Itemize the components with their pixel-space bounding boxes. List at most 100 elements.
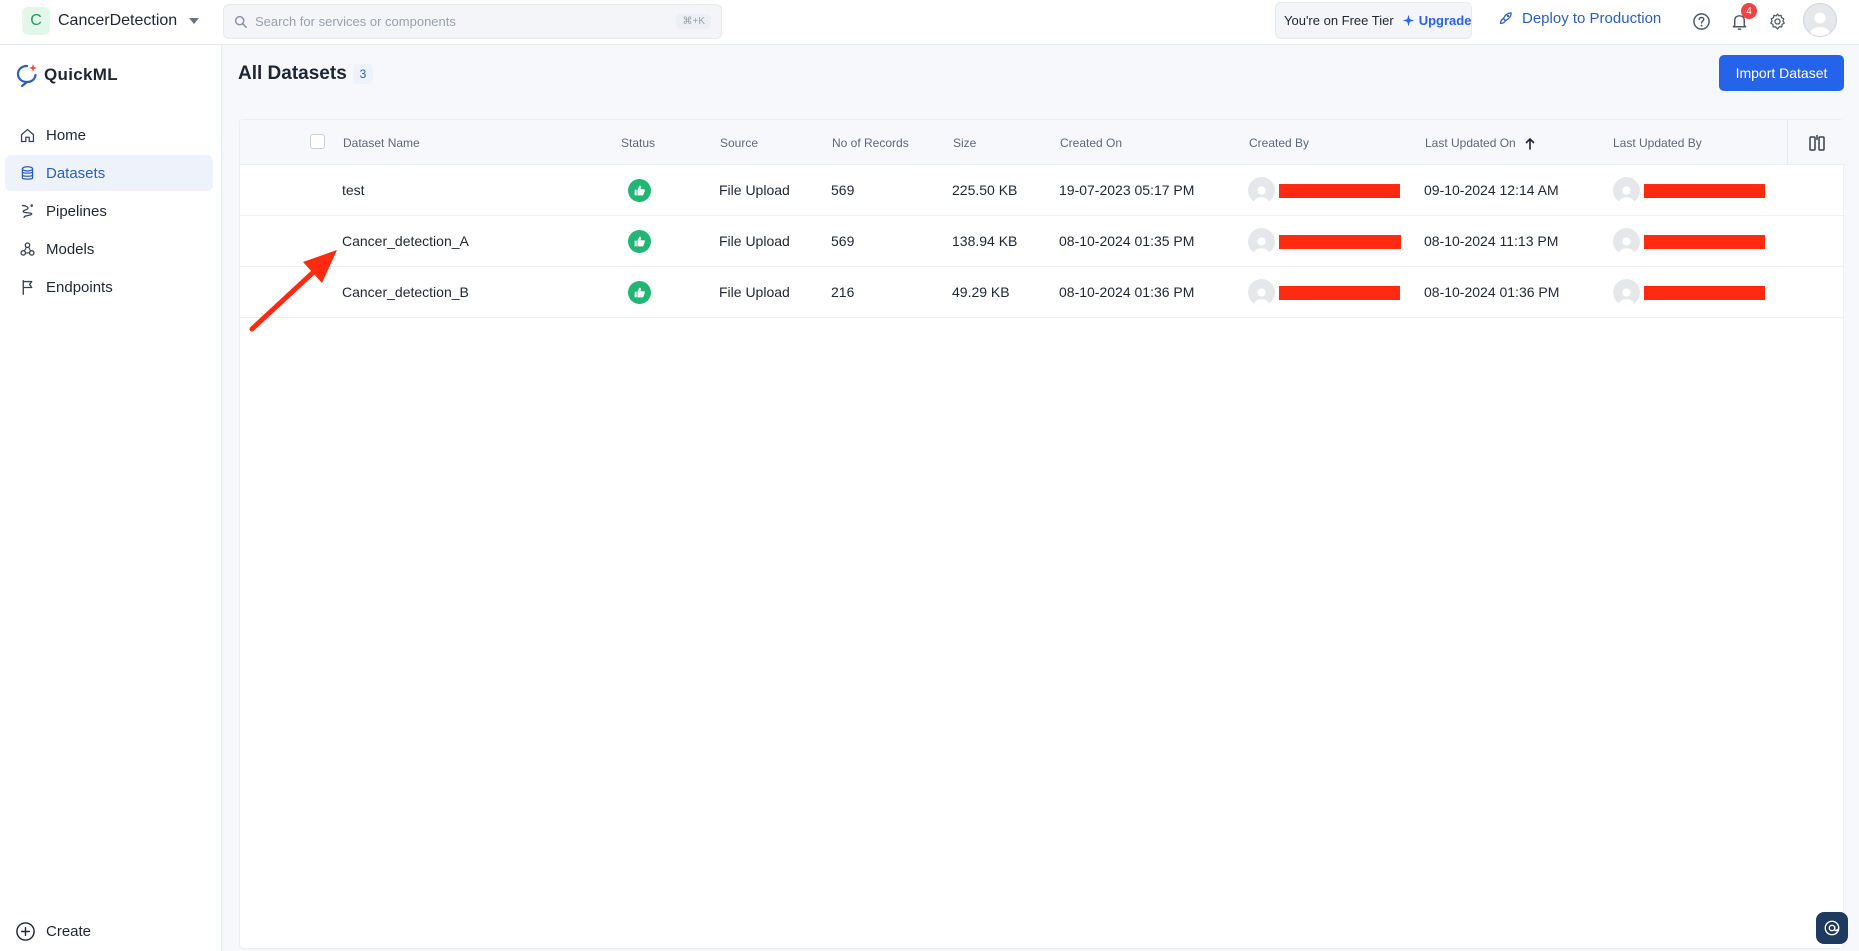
updated-by-user xyxy=(1613,279,1765,306)
header-size[interactable]: Size xyxy=(953,136,976,150)
status-success-icon xyxy=(628,230,651,253)
table-row[interactable]: Cancer_detection_A File Upload 569 138.9… xyxy=(240,216,1845,267)
user-avatar[interactable] xyxy=(1803,3,1837,37)
table-row[interactable]: Cancer_detection_B File Upload 216 49.29… xyxy=(240,267,1845,318)
rocket-icon xyxy=(1499,12,1512,25)
status-success-icon xyxy=(628,179,651,202)
sidebar-item-endpoints[interactable]: Endpoints xyxy=(5,269,213,305)
dataset-records: 569 xyxy=(831,182,855,198)
dataset-name[interactable]: Cancer_detection_A xyxy=(342,233,469,249)
sparkle-icon xyxy=(1402,14,1414,27)
brand: QuickML xyxy=(16,62,118,88)
redacted-username xyxy=(1644,285,1765,300)
sidebar: QuickML Home Datasets Pipelines Models E… xyxy=(0,45,222,951)
dataset-created-on: 08-10-2024 01:35 PM xyxy=(1059,233,1195,249)
dataset-updated-on: 08-10-2024 11:13 PM xyxy=(1424,233,1559,249)
column-settings-button[interactable] xyxy=(1787,120,1845,165)
dataset-size: 49.29 KB xyxy=(952,284,1010,300)
sidebar-item-label: Datasets xyxy=(46,164,106,182)
sidebar-item-models[interactable]: Models xyxy=(5,231,213,267)
table-row[interactable]: test File Upload 569 225.50 KB 19-07-202… xyxy=(240,165,1845,216)
tier-text: You're on Free Tier xyxy=(1284,13,1394,28)
deploy-button[interactable]: Deploy to Production xyxy=(1497,10,1661,27)
sidebar-item-datasets[interactable]: Datasets xyxy=(5,155,213,191)
models-icon xyxy=(20,241,35,256)
import-dataset-button[interactable]: Import Dataset xyxy=(1719,55,1844,91)
select-all-checkbox[interactable] xyxy=(310,134,325,149)
top-bar: C CancerDetection Search for services or… xyxy=(0,0,1859,45)
redacted-username xyxy=(1279,285,1400,300)
dataset-name[interactable]: test xyxy=(342,182,365,198)
user-icon xyxy=(1619,186,1634,204)
redacted-username xyxy=(1279,234,1401,249)
search-icon xyxy=(234,15,247,28)
sidebar-item-pipelines[interactable]: Pipelines xyxy=(5,193,213,229)
redacted-username xyxy=(1644,234,1765,249)
header-source[interactable]: Source xyxy=(720,136,758,150)
avatar xyxy=(1613,279,1640,306)
created-by-user xyxy=(1248,177,1400,204)
user-icon xyxy=(1619,288,1634,306)
flag-icon xyxy=(22,279,33,295)
sidebar-item-home[interactable]: Home xyxy=(5,117,213,153)
gear-icon[interactable] xyxy=(1766,10,1788,32)
table-header: Dataset Name Status Source No of Records… xyxy=(240,120,1845,165)
upgrade-button[interactable]: Upgrade xyxy=(1402,13,1472,28)
search-placeholder: Search for services or components xyxy=(255,14,456,29)
sidebar-nav: Home Datasets Pipelines Models Endpoints xyxy=(5,117,213,307)
updated-by-user xyxy=(1613,177,1765,204)
search-input[interactable]: Search for services or components ⌘+K xyxy=(223,4,722,39)
user-icon xyxy=(1254,237,1269,255)
user-icon xyxy=(1254,186,1269,204)
created-by-user xyxy=(1248,279,1400,306)
sidebar-item-label: Endpoints xyxy=(46,278,113,296)
header-dataset-name[interactable]: Dataset Name xyxy=(343,136,420,150)
database-icon xyxy=(21,165,34,180)
dataset-records: 569 xyxy=(831,233,855,249)
dataset-updated-on: 09-10-2024 12:14 AM xyxy=(1424,182,1559,198)
header-created-by[interactable]: Created By xyxy=(1249,136,1309,150)
header-records[interactable]: No of Records xyxy=(832,136,909,150)
avatar xyxy=(1613,177,1640,204)
columns-icon xyxy=(1808,134,1825,151)
brand-name: QuickML xyxy=(44,65,118,84)
deploy-label: Deploy to Production xyxy=(1522,10,1662,27)
avatar xyxy=(1248,279,1275,306)
sidebar-item-label: Home xyxy=(46,126,87,144)
user-icon xyxy=(1619,237,1634,255)
project-switcher[interactable]: C CancerDetection xyxy=(22,7,200,35)
project-name: CancerDetection xyxy=(58,12,178,29)
create-label: Create xyxy=(46,923,92,940)
header-last-updated-on[interactable]: Last Updated On xyxy=(1425,136,1535,150)
dataset-size: 225.50 KB xyxy=(952,182,1018,198)
header-last-updated-by[interactable]: Last Updated By xyxy=(1613,136,1702,150)
page-title: All Datasets xyxy=(238,63,347,84)
status-success-icon xyxy=(628,281,651,304)
home-icon xyxy=(20,128,35,142)
header-status[interactable]: Status xyxy=(621,136,655,150)
dataset-name[interactable]: Cancer_detection_B xyxy=(342,284,469,300)
dataset-source: File Upload xyxy=(719,284,790,300)
create-button[interactable]: Create xyxy=(15,921,91,942)
sort-ascending-icon xyxy=(1525,138,1535,150)
sidebar-item-label: Models xyxy=(46,240,95,258)
avatar xyxy=(1248,177,1275,204)
redacted-username xyxy=(1279,183,1400,198)
created-by-user xyxy=(1248,228,1401,255)
help-icon[interactable] xyxy=(1690,10,1712,32)
plus-circle-icon xyxy=(16,922,35,941)
project-badge: C xyxy=(22,7,50,35)
upgrade-label: Upgrade xyxy=(1418,13,1472,28)
header-last-updated-on-label: Last Updated On xyxy=(1425,136,1516,150)
user-icon xyxy=(1810,12,1830,36)
dataset-size: 138.94 KB xyxy=(952,233,1018,249)
dataset-count-badge: 3 xyxy=(353,64,373,84)
sidebar-item-label: Pipelines xyxy=(46,202,107,220)
header-created-on[interactable]: Created On xyxy=(1060,136,1122,150)
redacted-username xyxy=(1644,183,1765,198)
updated-by-user xyxy=(1613,228,1765,255)
dataset-updated-on: 08-10-2024 01:36 PM xyxy=(1424,284,1560,300)
notification-bell-icon[interactable]: 4 xyxy=(1728,3,1757,32)
user-icon xyxy=(1254,288,1269,306)
support-chat-button[interactable] xyxy=(1816,912,1848,944)
